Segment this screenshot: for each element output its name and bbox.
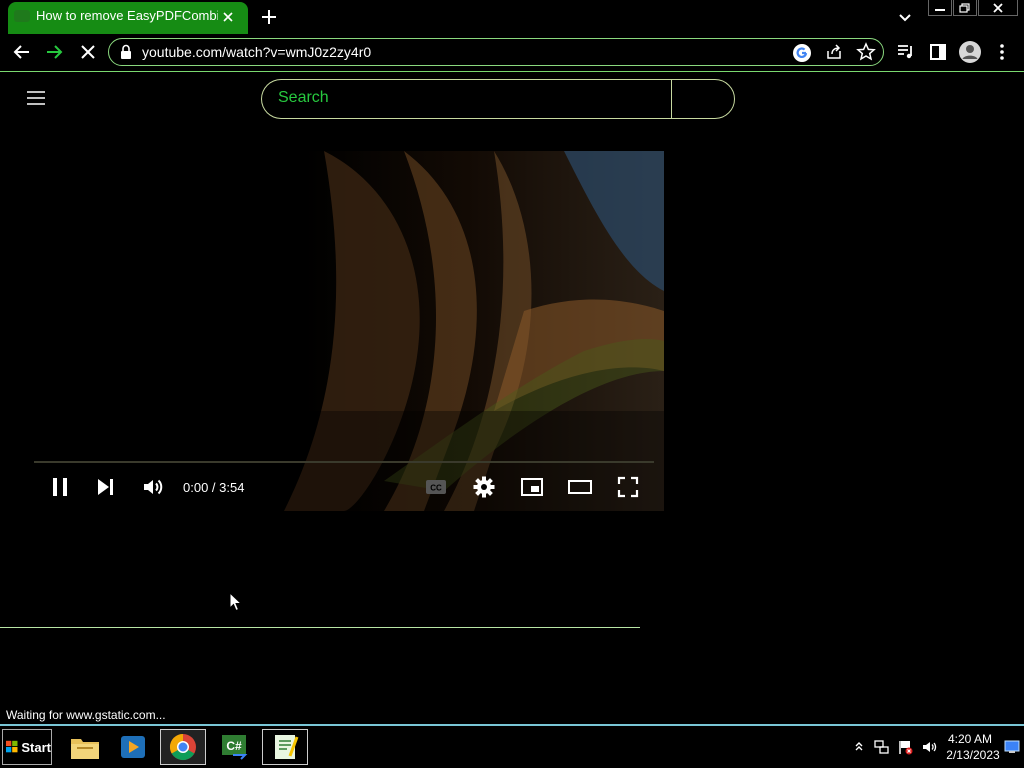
minimize-icon[interactable] bbox=[928, 0, 952, 16]
chrome-taskbar-icon[interactable] bbox=[160, 729, 206, 765]
profile-avatar-icon[interactable] bbox=[958, 40, 982, 64]
windows-logo-icon bbox=[6, 740, 18, 753]
clock-date[interactable]: 2/13/2023 bbox=[940, 748, 1006, 762]
search-placeholder: Search bbox=[278, 89, 329, 106]
lock-icon[interactable] bbox=[119, 44, 133, 60]
fullscreen-icon[interactable] bbox=[616, 475, 640, 499]
divider-line bbox=[0, 627, 640, 628]
tray-overflow-icon[interactable] bbox=[854, 740, 864, 752]
hamburger-menu-icon[interactable] bbox=[26, 89, 46, 107]
new-tab-icon[interactable] bbox=[260, 8, 278, 26]
google-lens-icon[interactable] bbox=[793, 44, 811, 62]
show-desktop-icon[interactable] bbox=[1004, 740, 1020, 754]
start-label: Start bbox=[21, 739, 51, 755]
restore-icon[interactable] bbox=[953, 0, 977, 16]
forward-arrow-icon[interactable] bbox=[44, 42, 64, 62]
stop-loading-icon[interactable] bbox=[78, 42, 98, 62]
kebab-menu-icon[interactable] bbox=[994, 42, 1010, 62]
network-icon[interactable] bbox=[873, 739, 889, 755]
media-player-taskbar-icon[interactable] bbox=[110, 729, 156, 765]
back-arrow-icon[interactable] bbox=[12, 42, 32, 62]
text-editor-taskbar-icon[interactable] bbox=[262, 729, 308, 765]
status-bar-text: Waiting for www.gstatic.com... bbox=[0, 706, 172, 724]
clock-time[interactable]: 4:20 AM bbox=[940, 732, 1000, 746]
mouse-cursor-icon bbox=[229, 592, 243, 612]
volume-icon[interactable] bbox=[141, 475, 165, 499]
tab-close-icon[interactable] bbox=[220, 9, 236, 25]
video-frame bbox=[24, 151, 664, 511]
settings-gear-icon[interactable] bbox=[472, 475, 496, 499]
media-control-icon[interactable] bbox=[896, 43, 916, 61]
miniplayer-icon[interactable] bbox=[520, 475, 544, 499]
pause-icon[interactable] bbox=[48, 475, 72, 499]
video-player[interactable] bbox=[24, 151, 664, 511]
file-explorer-taskbar-icon[interactable] bbox=[62, 729, 108, 765]
theater-mode-icon[interactable] bbox=[567, 475, 593, 499]
time-display: 0:00 / 3:54 bbox=[183, 480, 245, 495]
chevron-down-icon[interactable] bbox=[896, 8, 914, 26]
subtitles-cc-icon[interactable]: CC bbox=[424, 475, 448, 499]
search-button[interactable] bbox=[671, 79, 735, 119]
youtube-favicon-icon bbox=[14, 10, 30, 22]
svg-text:CC: CC bbox=[430, 484, 442, 493]
volume-tray-icon[interactable] bbox=[921, 739, 937, 755]
side-panel-icon[interactable] bbox=[929, 43, 947, 61]
progress-bar[interactable] bbox=[34, 461, 654, 463]
action-center-flag-icon[interactable] bbox=[897, 739, 913, 755]
svg-text:C#: C# bbox=[226, 739, 242, 753]
skip-next-icon[interactable] bbox=[94, 475, 118, 499]
url-text[interactable]: youtube.com/watch?v=wmJ0z2zy4r0 bbox=[142, 44, 371, 60]
start-button[interactable]: Start bbox=[2, 729, 52, 765]
tab-title: How to remove EasyPDFCombine bbox=[36, 8, 218, 23]
csharp-project-taskbar-icon[interactable]: C# bbox=[212, 729, 258, 765]
close-icon[interactable] bbox=[978, 0, 1018, 16]
share-icon[interactable] bbox=[825, 43, 843, 61]
bookmark-star-icon[interactable] bbox=[856, 42, 876, 62]
